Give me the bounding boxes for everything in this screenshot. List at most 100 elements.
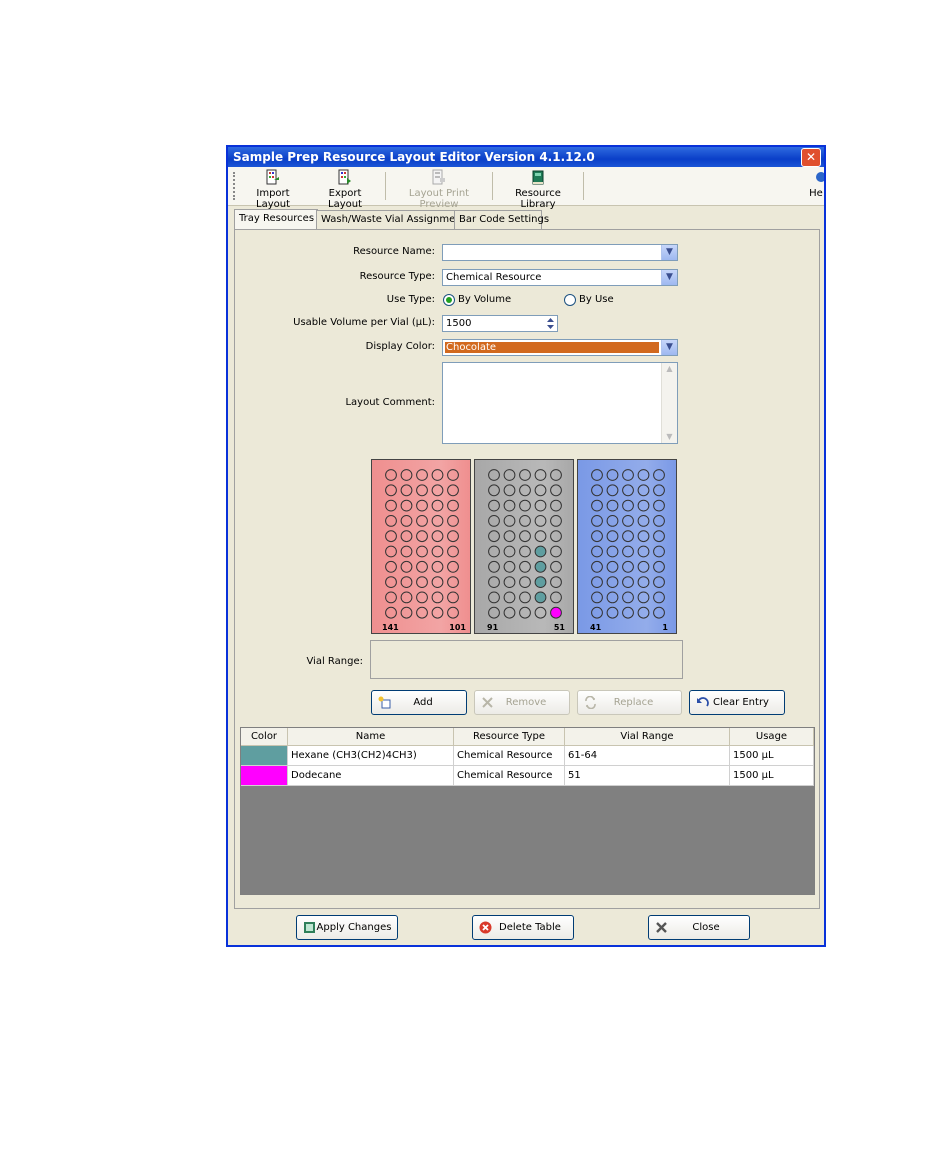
- by-volume-radio[interactable]: [443, 294, 455, 306]
- resource-library-button[interactable]: Resource Library: [497, 169, 579, 210]
- vial[interactable]: [519, 576, 531, 588]
- vial[interactable]: [447, 499, 459, 512]
- vial[interactable]: [416, 484, 428, 497]
- vial[interactable]: [637, 545, 650, 558]
- resource-name-dropdown[interactable]: ▼: [442, 244, 678, 261]
- vial[interactable]: [653, 560, 665, 573]
- vial[interactable]: [622, 484, 634, 497]
- vial[interactable]: [431, 591, 444, 604]
- vial[interactable]: [400, 515, 413, 527]
- vial[interactable]: [550, 469, 562, 481]
- vial[interactable]: [550, 530, 562, 543]
- vial[interactable]: [653, 606, 665, 619]
- vial[interactable]: [622, 499, 634, 512]
- display-color-dropdown[interactable]: Chocolate ▼: [442, 339, 678, 356]
- vial[interactable]: [622, 469, 634, 481]
- layout-comment-textarea[interactable]: ▲ ▼: [442, 362, 678, 444]
- column-header-vial-range[interactable]: Vial Range: [565, 728, 730, 746]
- vial[interactable]: [431, 484, 444, 497]
- vial-range-field[interactable]: [370, 640, 683, 679]
- vial[interactable]: [400, 591, 413, 604]
- vial[interactable]: [447, 606, 459, 619]
- vial[interactable]: [488, 469, 500, 481]
- vial[interactable]: [591, 545, 603, 558]
- table-row-name[interactable]: Dodecane: [288, 766, 454, 786]
- tab-tray-resources[interactable]: Tray Resources: [234, 209, 318, 229]
- vial[interactable]: [550, 591, 562, 604]
- vial[interactable]: [447, 530, 459, 543]
- vial[interactable]: [400, 545, 413, 558]
- vial[interactable]: [637, 606, 650, 619]
- scroll-down-icon[interactable]: ▼: [662, 431, 677, 443]
- vial[interactable]: [550, 499, 562, 512]
- vial[interactable]: [431, 576, 444, 588]
- table-row-vial-range[interactable]: 51: [565, 766, 730, 786]
- vial[interactable]: [622, 545, 634, 558]
- toolbar-grip[interactable]: [233, 172, 237, 200]
- vial[interactable]: [447, 591, 459, 604]
- vial[interactable]: [622, 576, 634, 588]
- vial[interactable]: [431, 606, 444, 619]
- vial[interactable]: [622, 560, 634, 573]
- vial[interactable]: [488, 515, 500, 527]
- vial[interactable]: [591, 591, 603, 604]
- vial[interactable]: [503, 484, 516, 497]
- vial[interactable]: [519, 469, 531, 481]
- vial[interactable]: [503, 530, 516, 543]
- vial[interactable]: [400, 606, 413, 619]
- vial[interactable]: [488, 606, 500, 619]
- tab-bar-code-settings[interactable]: Bar Code Settings: [454, 210, 549, 229]
- vial[interactable]: [653, 576, 665, 588]
- vial[interactable]: [416, 530, 428, 543]
- vial[interactable]: [606, 484, 619, 497]
- vial[interactable]: [606, 576, 619, 588]
- vial[interactable]: [637, 560, 650, 573]
- help-button[interactable]: He: [808, 169, 824, 199]
- vial[interactable]: [519, 591, 531, 604]
- table-row-color-swatch[interactable]: [241, 766, 288, 786]
- vial[interactable]: [637, 499, 650, 512]
- vial[interactable]: [637, 515, 650, 527]
- export-layout-button[interactable]: Export Layout: [312, 169, 378, 210]
- comment-scrollbar[interactable]: ▲ ▼: [661, 363, 677, 443]
- vial[interactable]: [653, 484, 665, 497]
- vial[interactable]: [534, 469, 547, 481]
- import-layout-button[interactable]: Import Layout: [240, 169, 306, 210]
- add-button[interactable]: Add: [371, 690, 467, 715]
- vial[interactable]: [606, 469, 619, 481]
- vial[interactable]: [606, 530, 619, 543]
- vial[interactable]: [400, 469, 413, 481]
- apply-changes-button[interactable]: Apply Changes: [296, 915, 398, 940]
- vial[interactable]: [534, 530, 547, 543]
- vial[interactable]: [385, 560, 397, 573]
- vial[interactable]: [606, 515, 619, 527]
- vial[interactable]: [550, 515, 562, 527]
- vial[interactable]: [550, 560, 562, 573]
- vial[interactable]: [519, 606, 531, 619]
- vial[interactable]: [447, 545, 459, 558]
- vial[interactable]: [400, 530, 413, 543]
- clear-entry-button[interactable]: Clear Entry: [689, 690, 785, 715]
- vial[interactable]: [591, 484, 603, 497]
- vial-assigned[interactable]: [534, 560, 547, 573]
- delete-table-button[interactable]: Delete Table: [472, 915, 574, 940]
- vial[interactable]: [488, 591, 500, 604]
- vial[interactable]: [488, 576, 500, 588]
- vial[interactable]: [385, 606, 397, 619]
- spinner-arrows-icon[interactable]: [546, 317, 555, 330]
- vial[interactable]: [447, 515, 459, 527]
- vial[interactable]: [653, 591, 665, 604]
- vial[interactable]: [606, 591, 619, 604]
- vial[interactable]: [534, 499, 547, 512]
- vial-assigned[interactable]: [534, 545, 547, 558]
- remove-button[interactable]: Remove: [474, 690, 570, 715]
- vial[interactable]: [591, 530, 603, 543]
- vial[interactable]: [622, 606, 634, 619]
- vial-assigned[interactable]: [534, 576, 547, 588]
- table-row-color-swatch[interactable]: [241, 746, 288, 766]
- vial[interactable]: [416, 499, 428, 512]
- vial[interactable]: [400, 560, 413, 573]
- vial[interactable]: [591, 606, 603, 619]
- chevron-down-icon[interactable]: ▼: [661, 340, 677, 355]
- vial[interactable]: [385, 469, 397, 481]
